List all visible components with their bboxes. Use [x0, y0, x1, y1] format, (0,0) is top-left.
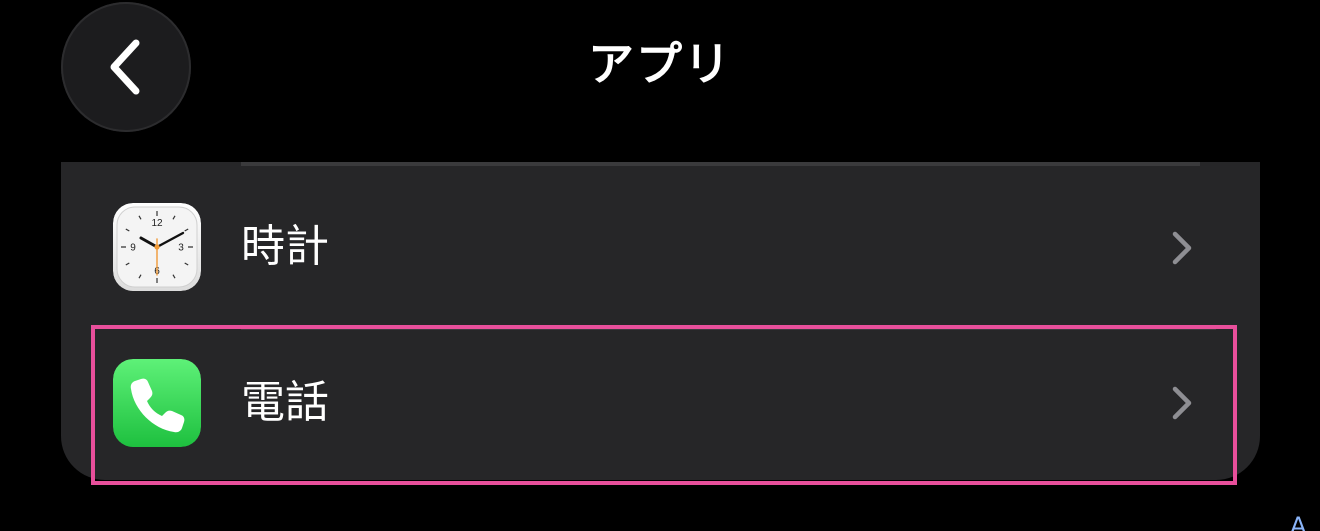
- clock-app-icon: 12 3 6 9: [113, 203, 201, 291]
- list-item-label: 電話: [241, 377, 329, 428]
- phone-app-icon: [113, 359, 201, 447]
- list-item-label: 時計: [241, 221, 329, 272]
- chevron-right-icon: [1172, 231, 1192, 265]
- page-title: アプリ: [588, 37, 732, 91]
- chevron-right-icon: [1172, 386, 1192, 420]
- list-item-phone[interactable]: 電話: [61, 327, 1260, 480]
- svg-text:3: 3: [178, 243, 184, 254]
- corner-glyph: A: [1290, 512, 1307, 531]
- settings-screen: アプリ 12 3 9 時計 電話 A: [0, 0, 1320, 531]
- list-item-clock[interactable]: 12 3 6 9 時計: [61, 168, 1260, 330]
- svg-text:9: 9: [130, 243, 136, 254]
- svg-text:12: 12: [151, 218, 163, 229]
- list-separator: [241, 162, 1200, 166]
- apps-list: 12 3 6 9 時計: [61, 162, 1260, 480]
